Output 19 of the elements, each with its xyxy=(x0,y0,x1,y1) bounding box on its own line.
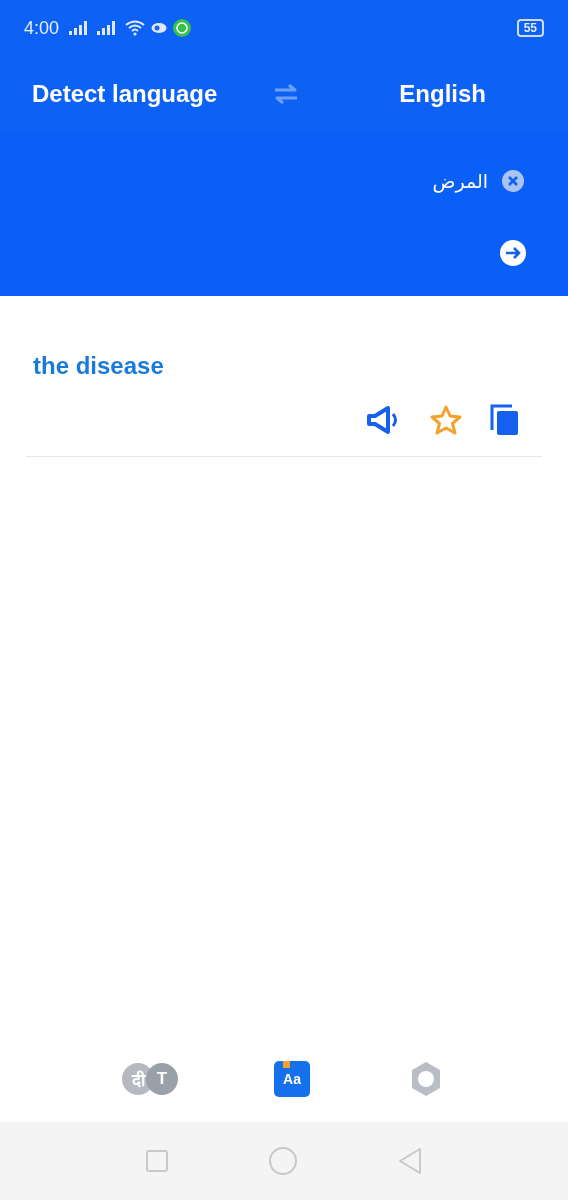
back-icon[interactable] xyxy=(396,1147,423,1175)
status-time: 4:00 xyxy=(24,17,60,39)
source-language-button[interactable]: Detect language xyxy=(32,80,218,108)
translate-tab[interactable]: दी T xyxy=(122,1063,178,1095)
wifi-icon xyxy=(125,20,146,36)
home-icon[interactable] xyxy=(268,1146,298,1176)
copy-icon[interactable] xyxy=(490,404,520,436)
star-icon[interactable] xyxy=(430,405,462,435)
input-field[interactable]: المرض xyxy=(432,170,488,192)
recents-icon[interactable] xyxy=(145,1149,170,1173)
dictionary-tab[interactable]: Aa xyxy=(274,1061,310,1097)
tab-glyph: T xyxy=(146,1063,178,1095)
target-language-button[interactable]: English xyxy=(399,80,486,108)
clear-icon[interactable] xyxy=(502,170,524,192)
notification-icon xyxy=(151,22,168,34)
battery-indicator: 55 xyxy=(516,19,544,37)
translation-text: the disease xyxy=(32,352,165,380)
swap-icon[interactable] xyxy=(273,83,300,105)
chat-app-icon xyxy=(173,19,192,37)
